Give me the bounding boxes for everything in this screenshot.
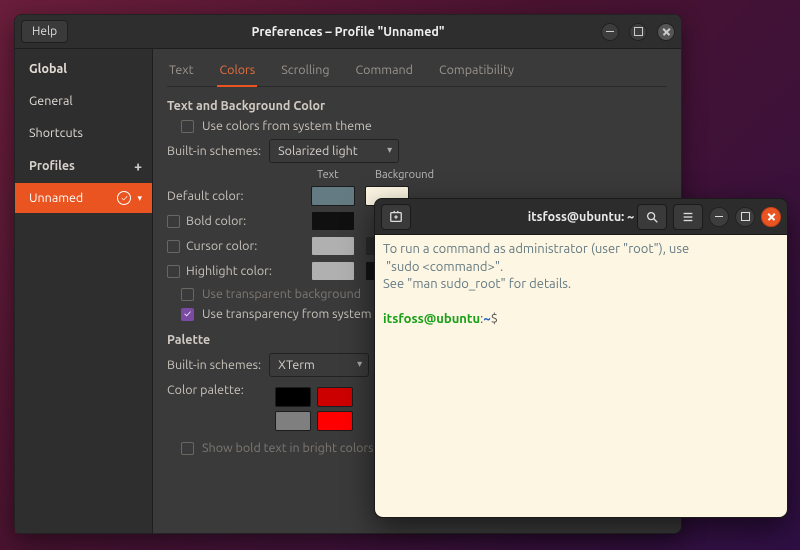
profiles-label: Profiles (29, 159, 75, 173)
search-button[interactable] (637, 204, 667, 230)
hamburger-menu-button[interactable] (673, 204, 703, 230)
checkbox-cursor-color[interactable] (167, 240, 180, 253)
tab-compatibility[interactable]: Compatibility (437, 57, 516, 86)
label-default-color: Default color: (167, 189, 244, 203)
prompt-path: ~ (483, 312, 490, 326)
swatch-cursor-text (311, 236, 355, 256)
sidebar-heading-profiles: Profiles + (15, 149, 152, 183)
select-builtin-scheme[interactable]: Solarized light (269, 139, 399, 163)
label-bold-bright: Show bold text in bright colors (202, 441, 374, 455)
checkbox-bold-bright[interactable] (181, 442, 194, 455)
tab-scrolling[interactable]: Scrolling (279, 57, 331, 86)
tab-command[interactable]: Command (354, 57, 415, 86)
terminal-close-button[interactable] (761, 207, 781, 227)
label-palette-scheme: Built-in schemes: (167, 358, 261, 372)
profile-default-check-icon: ✓ (117, 191, 131, 205)
preferences-titlebar: Help Preferences – Profile "Unnamed" (15, 15, 681, 49)
palette-swatch-8[interactable] (275, 411, 311, 431)
checkbox-transparent-background (181, 288, 194, 301)
label-highlight-color: Highlight color: (186, 264, 272, 278)
terminal-window: itsfoss@ubuntu: ~ To run a command as ad… (374, 198, 788, 518)
label-bold-color: Bold color: (186, 214, 246, 228)
terminal-msg-line2: "sudo <command>". (383, 260, 503, 274)
window-close-button[interactable] (657, 23, 675, 41)
sidebar-profile-unnamed[interactable]: Unnamed ✓ ▾ (15, 183, 152, 213)
window-minimize-button[interactable] (601, 23, 619, 41)
sidebar-item-shortcuts[interactable]: Shortcuts (15, 117, 152, 149)
terminal-title: itsfoss@ubuntu: ~ (528, 210, 634, 224)
new-tab-button[interactable] (381, 204, 411, 230)
preferences-title: Preferences – Profile "Unnamed" (251, 25, 444, 39)
palette-swatch-9[interactable] (317, 411, 353, 431)
palette-swatch-0[interactable] (275, 387, 311, 407)
tab-text[interactable]: Text (167, 57, 195, 86)
label-color-palette: Color palette: (167, 383, 267, 397)
label-cursor-color: Cursor color: (186, 239, 257, 253)
preferences-sidebar: Global General Shortcuts Profiles + Unna… (15, 49, 153, 533)
checkbox-transparency-system[interactable] (181, 308, 194, 321)
column-head-background: Background (375, 169, 419, 181)
palette-swatch-1[interactable] (317, 387, 353, 407)
label-builtin-schemes: Built-in schemes: (167, 144, 261, 158)
swatch-default-text[interactable] (311, 186, 355, 206)
sidebar-heading-global: Global (15, 53, 152, 85)
checkbox-bold-color[interactable] (167, 215, 180, 228)
terminal-msg-line3: See "man sudo_root" for details. (383, 277, 571, 291)
prompt-end: $ (491, 312, 498, 326)
window-maximize-button[interactable] (629, 23, 647, 41)
terminal-msg-line1: To run a command as administrator (user … (383, 242, 689, 256)
checkbox-use-system-colors[interactable] (181, 120, 194, 133)
swatch-bold-text (311, 211, 355, 231)
tab-colors[interactable]: Colors (217, 57, 257, 87)
swatch-highlight-text (311, 261, 355, 281)
section-text-and-background: Text and Background Color (167, 99, 667, 113)
sidebar-item-general[interactable]: General (15, 85, 152, 117)
column-head-text: Text (317, 169, 361, 181)
search-icon (645, 210, 659, 224)
checkbox-highlight-color[interactable] (167, 265, 180, 278)
select-palette-scheme[interactable]: XTerm (269, 353, 369, 377)
terminal-body[interactable]: To run a command as administrator (user … (375, 235, 787, 517)
terminal-titlebar: itsfoss@ubuntu: ~ (375, 199, 787, 235)
profile-menu-chevron-icon[interactable]: ▾ (137, 193, 142, 204)
terminal-minimize-button[interactable] (709, 207, 729, 227)
label-transparent-background: Use transparent background (202, 287, 361, 301)
prompt-user: itsfoss@ubuntu (383, 312, 480, 326)
new-tab-icon (389, 210, 403, 224)
terminal-maximize-button[interactable] (735, 207, 755, 227)
profile-name-label: Unnamed (29, 191, 111, 205)
hamburger-icon (681, 210, 695, 224)
help-button[interactable]: Help (21, 20, 68, 43)
add-profile-button[interactable]: + (134, 158, 142, 174)
label-use-system-colors: Use colors from system theme (202, 119, 372, 133)
tabs: Text Colors Scrolling Command Compatibil… (167, 49, 667, 87)
